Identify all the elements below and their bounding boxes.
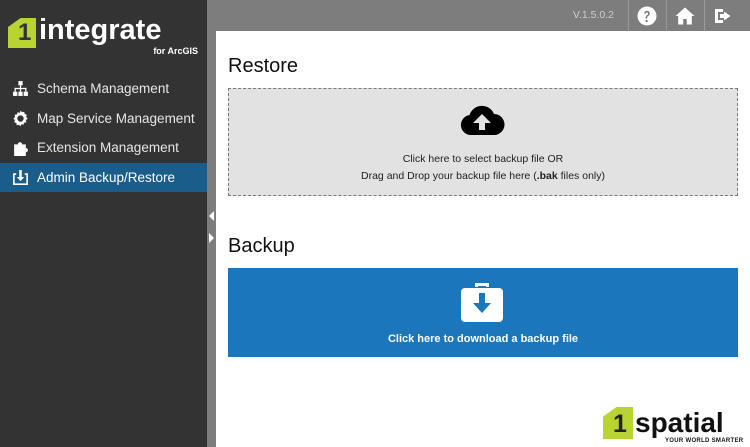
sidebar-item-extension-management[interactable]: Extension Management <box>0 133 207 162</box>
top-bar: V.1.5.0.2 <box>216 0 750 31</box>
1spatial-logo: 1 spatial YOUR WORLD SMARTER <box>603 407 748 445</box>
logo-one-digit: 1 <box>18 19 32 46</box>
restore-instruction-line2: Drag and Drop your backup file here (.ba… <box>361 170 605 182</box>
sidebar-item-label: Admin Backup/Restore <box>37 169 176 185</box>
logout-icon <box>715 8 731 23</box>
logout-button[interactable] <box>704 0 741 31</box>
sitemap-icon <box>11 80 29 98</box>
collapse-left-icon[interactable] <box>208 208 215 221</box>
sidebar-item-admin-backup-restore[interactable]: Admin Backup/Restore <box>0 162 207 192</box>
download-backup-label: Click here to download a backup file <box>387 333 579 345</box>
sidebar-nav: Schema Management Map Service Management… <box>0 74 207 192</box>
version-label: V.1.5.0.2 <box>572 9 614 21</box>
logo-word: spatial <box>635 407 724 438</box>
sidebar-item-label: Map Service Management <box>37 110 195 126</box>
logo-subtitle: for ArcGIS <box>153 46 198 56</box>
restore-title: Restore <box>228 55 299 77</box>
cloud-upload-icon <box>459 104 505 138</box>
gears-icon <box>11 109 29 127</box>
download-box-icon <box>11 168 29 186</box>
briefcase-download-icon <box>459 280 505 324</box>
sidebar-item-map-service-management[interactable]: Map Service Management <box>0 104 207 133</box>
help-button[interactable] <box>628 0 665 31</box>
restore-instruction-line1: Click here to select backup file OR <box>402 153 564 165</box>
bak-extension: .bak <box>536 170 558 182</box>
sidebar-splitter[interactable] <box>207 0 216 447</box>
integrate-logo: 1 integrate for ArcGIS <box>8 14 200 58</box>
sidebar-item-label: Schema Management <box>37 81 170 96</box>
sidebar-item-label: Extension Management <box>37 140 179 155</box>
help-icon <box>637 6 657 25</box>
home-icon <box>675 7 695 24</box>
logo-tagline: YOUR WORLD SMARTER <box>665 438 744 444</box>
sidebar-item-schema-management[interactable]: Schema Management <box>0 74 207 103</box>
home-button[interactable] <box>666 0 703 31</box>
restore-drop-zone[interactable]: Click here to select backup file OR Drag… <box>228 88 738 196</box>
download-backup-button[interactable]: Click here to download a backup file <box>228 268 738 357</box>
logo-one-digit: 1 <box>613 410 627 438</box>
backup-title: Backup <box>228 235 295 257</box>
puzzle-icon <box>11 139 29 157</box>
sidebar: 1 integrate for ArcGIS Schema Management… <box>0 0 207 447</box>
logo-word: integrate <box>39 14 162 46</box>
expand-right-icon[interactable] <box>208 230 215 243</box>
